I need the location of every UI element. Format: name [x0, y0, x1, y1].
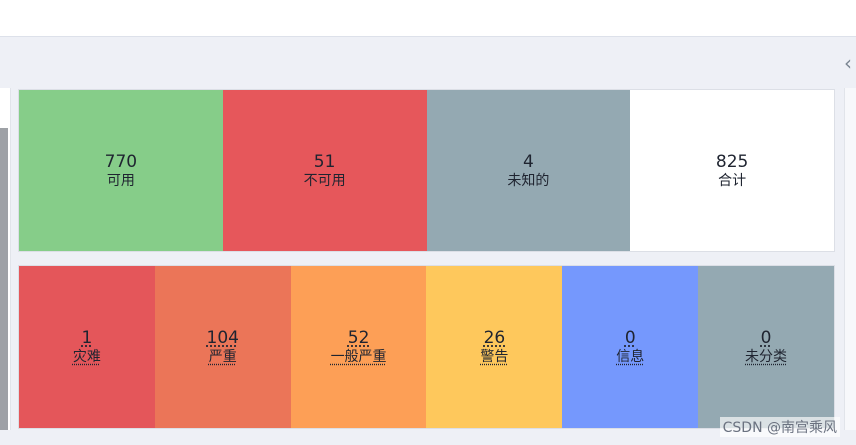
status-unavailable-cell[interactable]: 51 不可用 — [222, 90, 427, 251]
severity-disaster-label[interactable]: 灾难 — [73, 348, 101, 366]
chevron-left-icon[interactable]: ‹ — [840, 52, 856, 74]
severity-not-classified-cell[interactable]: 0 未分类 — [698, 266, 834, 428]
problems-by-severity-widget: 1 灾难 104 严重 52 一般严重 26 警告 0 信息 0 未分类 — [18, 265, 835, 429]
left-panel-scrollbar[interactable] — [0, 128, 8, 430]
severity-disaster-cell[interactable]: 1 灾难 — [19, 266, 155, 428]
severity-high-count[interactable]: 104 — [207, 328, 239, 348]
severity-average-label[interactable]: 一般严重 — [331, 348, 387, 366]
severity-average-count[interactable]: 52 — [348, 328, 370, 348]
severity-disaster-count[interactable]: 1 — [82, 328, 93, 348]
status-unavailable-label: 不可用 — [303, 172, 346, 189]
severity-warning-cell[interactable]: 26 警告 — [426, 266, 563, 428]
status-total-count[interactable]: 825 — [716, 152, 748, 172]
severity-warning-label[interactable]: 警告 — [480, 348, 508, 366]
status-unknown-cell[interactable]: 4 未知的 — [426, 90, 631, 251]
severity-high-cell[interactable]: 104 严重 — [154, 266, 291, 428]
severity-high-label[interactable]: 严重 — [209, 348, 237, 366]
severity-not-classified-count[interactable]: 0 — [761, 328, 772, 348]
severity-information-count[interactable]: 0 — [625, 328, 636, 348]
status-unavailable-count[interactable]: 51 — [314, 152, 336, 172]
severity-not-classified-label[interactable]: 未分类 — [745, 348, 787, 366]
status-available-cell[interactable]: 770 可用 — [19, 90, 223, 251]
csdn-watermark: CSDN @南宫乘风 — [719, 417, 840, 437]
status-available-label: 可用 — [106, 172, 135, 189]
status-total-cell[interactable]: 825 合计 — [630, 90, 834, 251]
status-unknown-label: 未知的 — [507, 172, 550, 189]
left-side-panel — [0, 88, 11, 430]
top-header-area — [0, 0, 856, 36]
severity-information-label[interactable]: 信息 — [616, 348, 644, 366]
status-unknown-count[interactable]: 4 — [523, 152, 534, 172]
severity-information-cell[interactable]: 0 信息 — [562, 266, 699, 428]
severity-average-cell[interactable]: 52 一般严重 — [290, 266, 427, 428]
host-availability-widget: 770 可用 51 不可用 4 未知的 825 合计 — [18, 89, 835, 252]
severity-warning-count[interactable]: 26 — [484, 328, 506, 348]
right-side-panel — [844, 88, 856, 430]
dashboard-app: ‹ 770 可用 51 不可用 4 未知的 825 合计 1 灾难 104 严重 — [0, 0, 856, 445]
status-total-label: 合计 — [718, 172, 747, 189]
status-available-count[interactable]: 770 — [105, 152, 137, 172]
